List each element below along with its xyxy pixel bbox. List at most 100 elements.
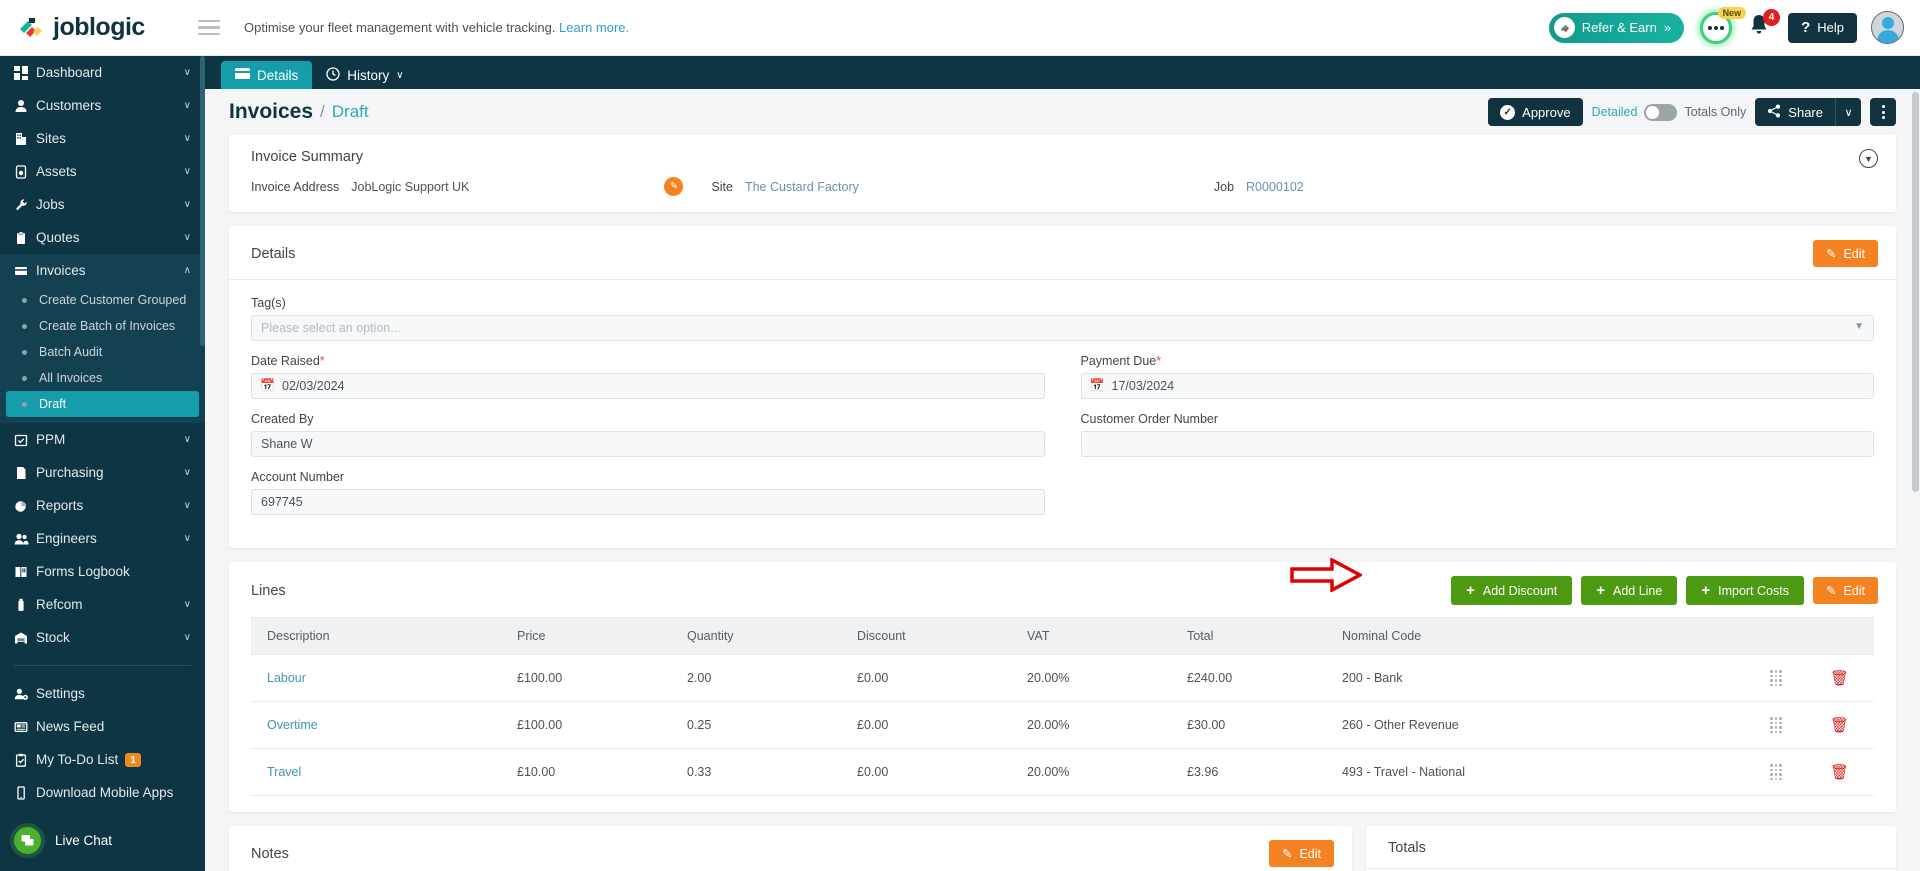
trash-icon[interactable]: 🗑 <box>1830 717 1849 734</box>
lines-edit-button[interactable]: ✎ Edit <box>1812 577 1878 604</box>
job-link[interactable]: R0000102 <box>1246 180 1304 194</box>
add-discount-label: Add Discount <box>1482 583 1558 598</box>
sidebar-item-settings[interactable]: Settings <box>0 677 205 710</box>
sidebar-item-engineers[interactable]: Engineers ∨ <box>0 522 205 555</box>
drag-handle-icon[interactable] <box>1770 764 1814 780</box>
sidebar-item-refcom[interactable]: Refcom ∨ <box>0 588 205 621</box>
chevron-down-circle-icon[interactable]: ▼ <box>1859 149 1878 168</box>
line-description-link[interactable]: Labour <box>267 671 306 685</box>
cell-delete[interactable]: 🗑 <box>1814 654 1874 702</box>
line-description-link[interactable]: Overtime <box>267 718 318 732</box>
drag-handle-icon[interactable] <box>1770 670 1814 686</box>
details-form: Tag(s) ▼ Date Raised* 📅 <box>229 280 1896 548</box>
sidebar-item-download-mobile-apps[interactable]: Download Mobile Apps <box>0 776 205 809</box>
grid-icon <box>14 65 36 80</box>
details-grid: Date Raised* 📅 Payment Due* 📅 <box>251 354 1874 528</box>
help-button[interactable]: ? Help <box>1788 12 1857 43</box>
lines-table-body: Labour £100.00 2.00 £0.00 20.00% £240.00… <box>251 654 1874 796</box>
account-number-input[interactable] <box>251 489 1045 515</box>
add-line-button[interactable]: + Add Line <box>1581 576 1678 605</box>
import-costs-button[interactable]: + Import Costs <box>1686 576 1804 605</box>
sidebar-item-batch-audit[interactable]: Batch Audit <box>0 339 205 365</box>
detailed-totals-toggle[interactable] <box>1644 103 1678 121</box>
pencil-icon[interactable]: ✎ <box>664 177 684 196</box>
sidebar-item-my-todo-list[interactable]: My To-Do List 1 <box>0 743 205 776</box>
bullet-icon <box>22 323 27 329</box>
customer-order-number-input[interactable] <box>1080 431 1874 457</box>
cell-drag-handle[interactable] <box>1754 654 1814 702</box>
tab-details[interactable]: Details <box>221 61 313 89</box>
promo-learn-more-link[interactable]: Learn more. <box>559 20 629 35</box>
user-avatar[interactable] <box>1871 11 1904 44</box>
cell-drag-handle[interactable] <box>1754 748 1814 796</box>
line-description-link[interactable]: Travel <box>267 765 301 779</box>
sidebar-item-reports[interactable]: Reports ∨ <box>0 489 205 522</box>
col-total: Total <box>1171 617 1326 655</box>
sidebar-item-draft[interactable]: Draft <box>6 391 199 417</box>
add-discount-button[interactable]: + Add Discount <box>1451 576 1573 605</box>
cell-total: £240.00 <box>1171 654 1326 702</box>
refer-gift-icon <box>1553 17 1575 38</box>
cell-vat: 20.00% <box>1011 654 1171 702</box>
chat-widget[interactable]: New <box>1698 6 1747 46</box>
payment-due-wrap: 📅 <box>1080 373 1874 399</box>
page-title: Invoices <box>229 100 314 123</box>
sidebar-item-create-batch-of-invoices[interactable]: Create Batch of Invoices <box>0 313 205 339</box>
payment-due-input[interactable] <box>1080 373 1874 399</box>
share-dropdown-caret[interactable]: ∨ <box>1835 98 1861 126</box>
sidebar-item-customers[interactable]: Customers ∨ <box>0 89 205 122</box>
app-logo[interactable]: joblogic <box>16 13 188 43</box>
sidebar-item-ppm[interactable]: PPM ∨ <box>0 423 205 456</box>
sidebar-item-assets[interactable]: Assets ∨ <box>0 155 205 188</box>
sidebar-item-dashboard[interactable]: Dashboard ∨ <box>0 56 205 89</box>
trash-icon[interactable]: 🗑 <box>1830 670 1849 687</box>
toggle-label-totals-only: Totals Only <box>1684 105 1747 119</box>
refer-and-earn-button[interactable]: Refer & Earn » <box>1548 12 1685 43</box>
sidebar-item-quotes[interactable]: Quotes ∨ <box>0 221 205 254</box>
created-by-field: Created By <box>251 412 1045 457</box>
sidebar-item-label: Purchasing <box>36 465 104 480</box>
tab-history[interactable]: History ∨ <box>312 61 417 89</box>
sidebar-item-all-invoices[interactable]: All Invoices <box>0 365 205 391</box>
sidebar-item-label: Assets <box>36 164 77 179</box>
notes-section-title: Notes <box>251 845 289 862</box>
sidebar-item-news-feed[interactable]: News Feed <box>0 710 205 743</box>
details-edit-button[interactable]: ✎ Edit <box>1812 240 1878 267</box>
sidebar-item-label: Sites <box>36 131 67 146</box>
chevron-down-icon: ∨ <box>183 533 191 544</box>
sidebar-item-sites[interactable]: Sites ∨ <box>0 122 205 155</box>
sidebar-item-stock[interactable]: Stock ∨ <box>0 621 205 654</box>
sidebar-item-jobs[interactable]: Jobs ∨ <box>0 188 205 221</box>
kebab-menu-icon[interactable] <box>1870 98 1896 126</box>
site-link[interactable]: The Custard Factory <box>745 180 859 194</box>
trash-icon[interactable]: 🗑 <box>1830 764 1849 781</box>
sidebar-item-label: My To-Do List <box>36 752 119 767</box>
cell-delete[interactable]: 🗑 <box>1814 701 1874 749</box>
date-raised-input[interactable] <box>251 373 1045 399</box>
share-button[interactable]: Share <box>1755 98 1835 126</box>
sidebar-item-purchasing[interactable]: Purchasing ∨ <box>0 456 205 489</box>
details-card: Details ✎ Edit Tag(s) ▼ Date Raised* <box>229 226 1896 548</box>
hamburger-icon[interactable] <box>198 16 220 40</box>
chevron-down-icon: ∨ <box>183 232 191 243</box>
cell-delete[interactable]: 🗑 <box>1814 748 1874 796</box>
bullet-icon <box>22 401 27 407</box>
date-raised-label: Date Raised* <box>251 354 1045 368</box>
approve-button[interactable]: ✓ Approve <box>1488 98 1583 126</box>
sidebar-item-forms-logbook[interactable]: Forms Logbook <box>0 555 205 588</box>
sidebar-sub-label: Create Batch of Invoices <box>39 319 176 333</box>
drag-handle-icon[interactable] <box>1770 717 1814 733</box>
tags-input[interactable] <box>251 315 1874 341</box>
detail-level-toggle-group: Detailed Totals Only <box>1592 103 1747 121</box>
clock-icon <box>326 66 340 84</box>
sidebar-item-invoices[interactable]: Invoices ∧ <box>0 254 205 287</box>
created-by-input[interactable] <box>251 431 1045 457</box>
notifications-button[interactable]: 4 <box>1748 8 1781 43</box>
notes-edit-button[interactable]: ✎ Edit <box>1268 840 1334 867</box>
main-scrollbar[interactable] <box>1912 92 1919 492</box>
cell-drag-handle[interactable] <box>1754 701 1814 749</box>
sidebar-item-create-customer-grouped[interactable]: Create Customer Grouped <box>0 287 205 313</box>
col-description: Description <box>251 617 501 655</box>
lines-table-head: Description Price Quantity Discount VAT … <box>251 617 1874 655</box>
live-chat-button[interactable]: Live Chat <box>0 819 205 861</box>
